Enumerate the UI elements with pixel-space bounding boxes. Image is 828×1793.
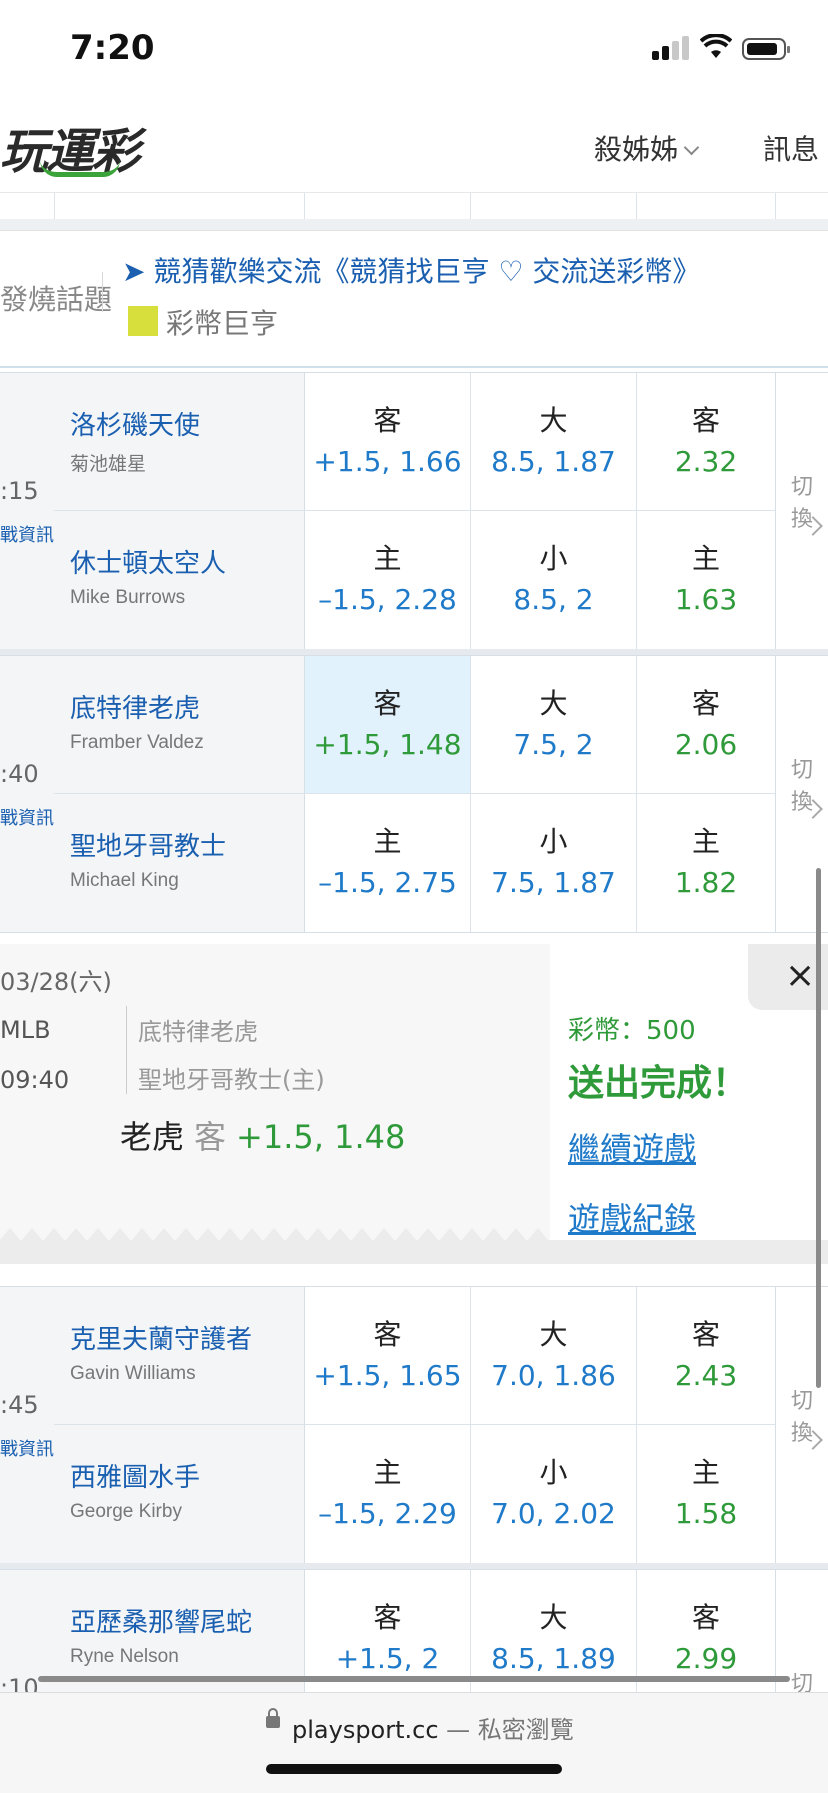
game-info-link[interactable]: 戰資訊 [0,1435,54,1461]
close-icon[interactable]: × [785,955,815,996]
messages-link[interactable]: 訊息 [763,128,819,168]
home-pitcher: Mike Burrows [70,587,186,608]
game-row: :45 戰資訊 克里夫蘭守護者 Gavin Williams 西雅圖水手 Geo… [0,1286,828,1564]
game-time: :15 [0,477,39,505]
user-name: 殺姊姊 [594,133,679,166]
hot-topic-link[interactable]: ➤ 競猜歡樂交流《競猜找巨亨 ♡ 交流送彩幣》 [122,250,700,290]
total-under-cell[interactable]: 小 7.5, 1.87 [471,820,636,899]
ticket-league: MLB [0,1016,51,1044]
pick-team: 老虎 [120,1118,185,1156]
cellular-signal-icon [652,36,690,60]
battery-icon [742,38,790,60]
divider [102,272,103,312]
game-time: :45 [0,1391,39,1419]
partial-table-row [0,193,828,221]
url-display[interactable]: playsport.cc — 私密瀏覽 [292,1710,574,1745]
spread-home-cell[interactable]: 主 –1.5, 2.28 [305,537,470,616]
total-over-cell[interactable]: 大 8.5, 1.87 [471,399,636,478]
ticket-home-team: 聖地牙哥教士(主) [138,1066,325,1094]
vertical-scrollbar[interactable] [816,868,821,1388]
game-time: :40 [0,760,39,788]
moneyline-home-cell[interactable]: 主 1.58 [637,1451,775,1530]
away-pitcher: Framber Valdez [70,732,204,753]
ticket-time: 09:40 [0,1066,70,1094]
total-under-cell[interactable]: 小 7.0, 2.02 [471,1451,636,1530]
game-info-link[interactable]: 戰資訊 [0,521,54,547]
logo-swoosh-icon [40,160,120,177]
ticket-pick: 老虎客 +1.5, 1.48 [120,1112,405,1158]
ticket-date: 03/28(六) [0,968,112,996]
away-pitcher: 菊池雄星 [70,454,147,475]
moneyline-away-cell[interactable]: 客 2.32 [637,399,775,478]
game-row: :10 亞歷桑那響尾蛇 Ryne Nelson 客 +1.5, 2 大 8.5, 1… [0,1569,828,1729]
home-pitcher: George Kirby [70,1501,182,1522]
home-pitcher: Michael King [70,870,179,891]
home-team-name[interactable]: 聖地牙哥教士 [70,826,226,863]
row-gap [0,219,828,230]
coins-amount: 彩幣：500 [568,1016,696,1046]
pick-side: 客 [194,1118,227,1156]
total-over-cell[interactable]: 大 7.5, 2 [471,682,636,761]
moneyline-away-cell[interactable]: 客 2.99 [637,1596,775,1675]
spread-home-cell[interactable]: 主 –1.5, 2.29 [305,1451,470,1530]
away-team-name[interactable]: 底特律老虎 [70,688,200,725]
horizontal-scrollbar[interactable] [38,1676,790,1682]
coin-badge-icon [128,306,158,336]
lock-icon [266,1708,280,1728]
total-under-cell[interactable]: 小 8.5, 2 [471,537,636,616]
coin-tycoon-label[interactable]: 彩幣巨亨 [166,302,278,342]
wifi-icon [699,33,733,64]
continue-game-link[interactable]: 繼續遊戲 [568,1124,696,1170]
game-row: :40 戰資訊 底特律老虎 Framber Valdez 聖地牙哥教士 Mich… [0,655,828,933]
arrow-right-icon: ➤ [122,255,146,288]
game-history-link[interactable]: 遊戲紀錄 [568,1194,696,1240]
ticket-away-team: 底特律老虎 [138,1018,258,1046]
hot-topic-label: 發燒話題 [0,283,113,316]
status-time: 7:20 [70,28,155,68]
spread-away-cell[interactable]: 客 +1.5, 1.66 [305,399,470,478]
chevron-down-icon [683,139,700,156]
spread-home-cell[interactable]: 主 –1.5, 2.75 [305,820,470,899]
user-menu[interactable]: 殺姊姊 [594,128,700,168]
away-team-name[interactable]: 洛杉磯天使 [70,405,200,442]
spread-away-cell-selected[interactable]: 客 +1.5, 1.48 [305,682,470,761]
game-info-link[interactable]: 戰資訊 [0,804,54,830]
submit-success-message: 送出完成！ [568,1063,749,1104]
away-pitcher: Gavin Williams [70,1363,196,1384]
hot-topic-link-text: 競猜歡樂交流《競猜找巨亨 ♡ 交流送彩幣》 [153,255,701,288]
total-over-cell[interactable]: 大 8.5, 1.89 [471,1596,636,1675]
game-row: :15 戰資訊 洛杉磯天使 菊池雄星 休士頓太空人 Mike Burrows 客… [0,372,828,650]
home-team-name[interactable]: 休士頓太空人 [70,543,226,580]
moneyline-away-cell[interactable]: 客 2.06 [637,682,775,761]
away-pitcher: Ryne Nelson [70,1646,179,1667]
spread-away-cell[interactable]: 客 +1.5, 2 [305,1596,470,1675]
divider [126,1006,127,1094]
away-team-name[interactable]: 克里夫蘭守護者 [70,1319,252,1356]
away-team-name[interactable]: 亞歷桑那響尾蛇 [70,1602,252,1639]
moneyline-home-cell[interactable]: 主 1.82 [637,820,775,899]
total-over-cell[interactable]: 大 7.0, 1.86 [471,1313,636,1392]
moneyline-away-cell[interactable]: 客 2.43 [637,1313,775,1392]
home-team-name[interactable]: 西雅圖水手 [70,1457,200,1494]
spread-away-cell[interactable]: 客 +1.5, 1.65 [305,1313,470,1392]
moneyline-home-cell[interactable]: 主 1.63 [637,537,775,616]
pick-odds: +1.5, 1.48 [236,1118,406,1156]
home-indicator[interactable] [266,1764,562,1774]
